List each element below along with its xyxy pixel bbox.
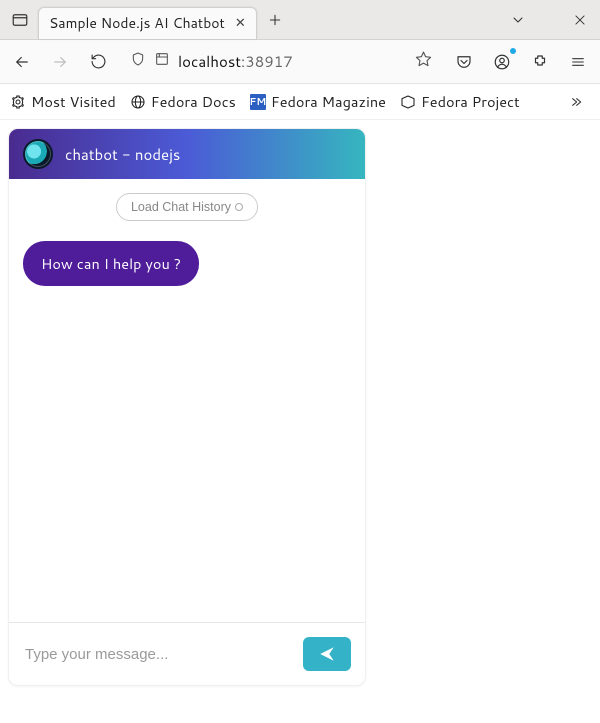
shield-icon[interactable] <box>130 50 146 73</box>
new-tab-button[interactable] <box>263 8 287 32</box>
window-titlebar: Sample Node.js AI Chatbot ✕ <box>0 0 600 40</box>
bot-avatar <box>23 139 53 169</box>
url-text: localhost:38917 <box>178 51 293 72</box>
page-content: chatbot - nodejs Load Chat History How c… <box>0 120 600 723</box>
browser-tab[interactable]: Sample Node.js AI Chatbot ✕ <box>38 7 257 39</box>
close-tab-icon[interactable]: ✕ <box>235 14 246 32</box>
account-icon[interactable] <box>488 48 516 76</box>
bookmark-fedora-magazine[interactable]: FM Fedora Magazine <box>250 91 386 112</box>
tabs-dropdown-icon[interactable] <box>506 8 530 32</box>
window-close-icon[interactable] <box>568 8 592 32</box>
extensions-icon[interactable] <box>526 48 554 76</box>
back-button[interactable] <box>8 48 36 76</box>
chat-footer <box>9 622 365 685</box>
pocket-icon[interactable] <box>450 48 478 76</box>
load-history-button[interactable]: Load Chat History <box>116 193 258 221</box>
chat-header: chatbot - nodejs <box>9 129 365 179</box>
fedora-magazine-icon: FM <box>250 94 266 110</box>
chat-card: chatbot - nodejs Load Chat History How c… <box>8 128 366 686</box>
chat-title: chatbot - nodejs <box>65 144 180 165</box>
reload-button[interactable] <box>84 48 112 76</box>
bookmark-fedora-project[interactable]: Fedora Project <box>400 91 520 112</box>
site-info-icon[interactable] <box>154 50 170 73</box>
app-menu-icon[interactable] <box>564 48 592 76</box>
bookmark-star-icon[interactable] <box>415 50 432 73</box>
bookmarks-overflow-icon[interactable] <box>562 88 590 116</box>
browser-navbar: localhost:38917 <box>0 40 600 84</box>
url-bar[interactable]: localhost:38917 <box>122 46 440 78</box>
message-input[interactable] <box>23 645 293 664</box>
forward-button <box>46 48 74 76</box>
bookmark-fedora-docs[interactable]: Fedora Docs <box>130 91 236 112</box>
bookmark-most-visited[interactable]: Most Visited <box>10 91 116 112</box>
tab-title: Sample Node.js AI Chatbot <box>49 13 225 33</box>
spinner-icon <box>235 203 243 211</box>
bookmarks-toolbar: Most Visited Fedora Docs FM Fedora Magaz… <box>0 84 600 120</box>
send-button[interactable] <box>303 637 351 671</box>
sidebar-toggle-icon[interactable] <box>8 8 32 32</box>
send-icon <box>316 645 338 663</box>
chat-body: Load Chat History How can I help you ? <box>9 179 365 622</box>
bot-message: How can I help you ? <box>23 241 199 286</box>
